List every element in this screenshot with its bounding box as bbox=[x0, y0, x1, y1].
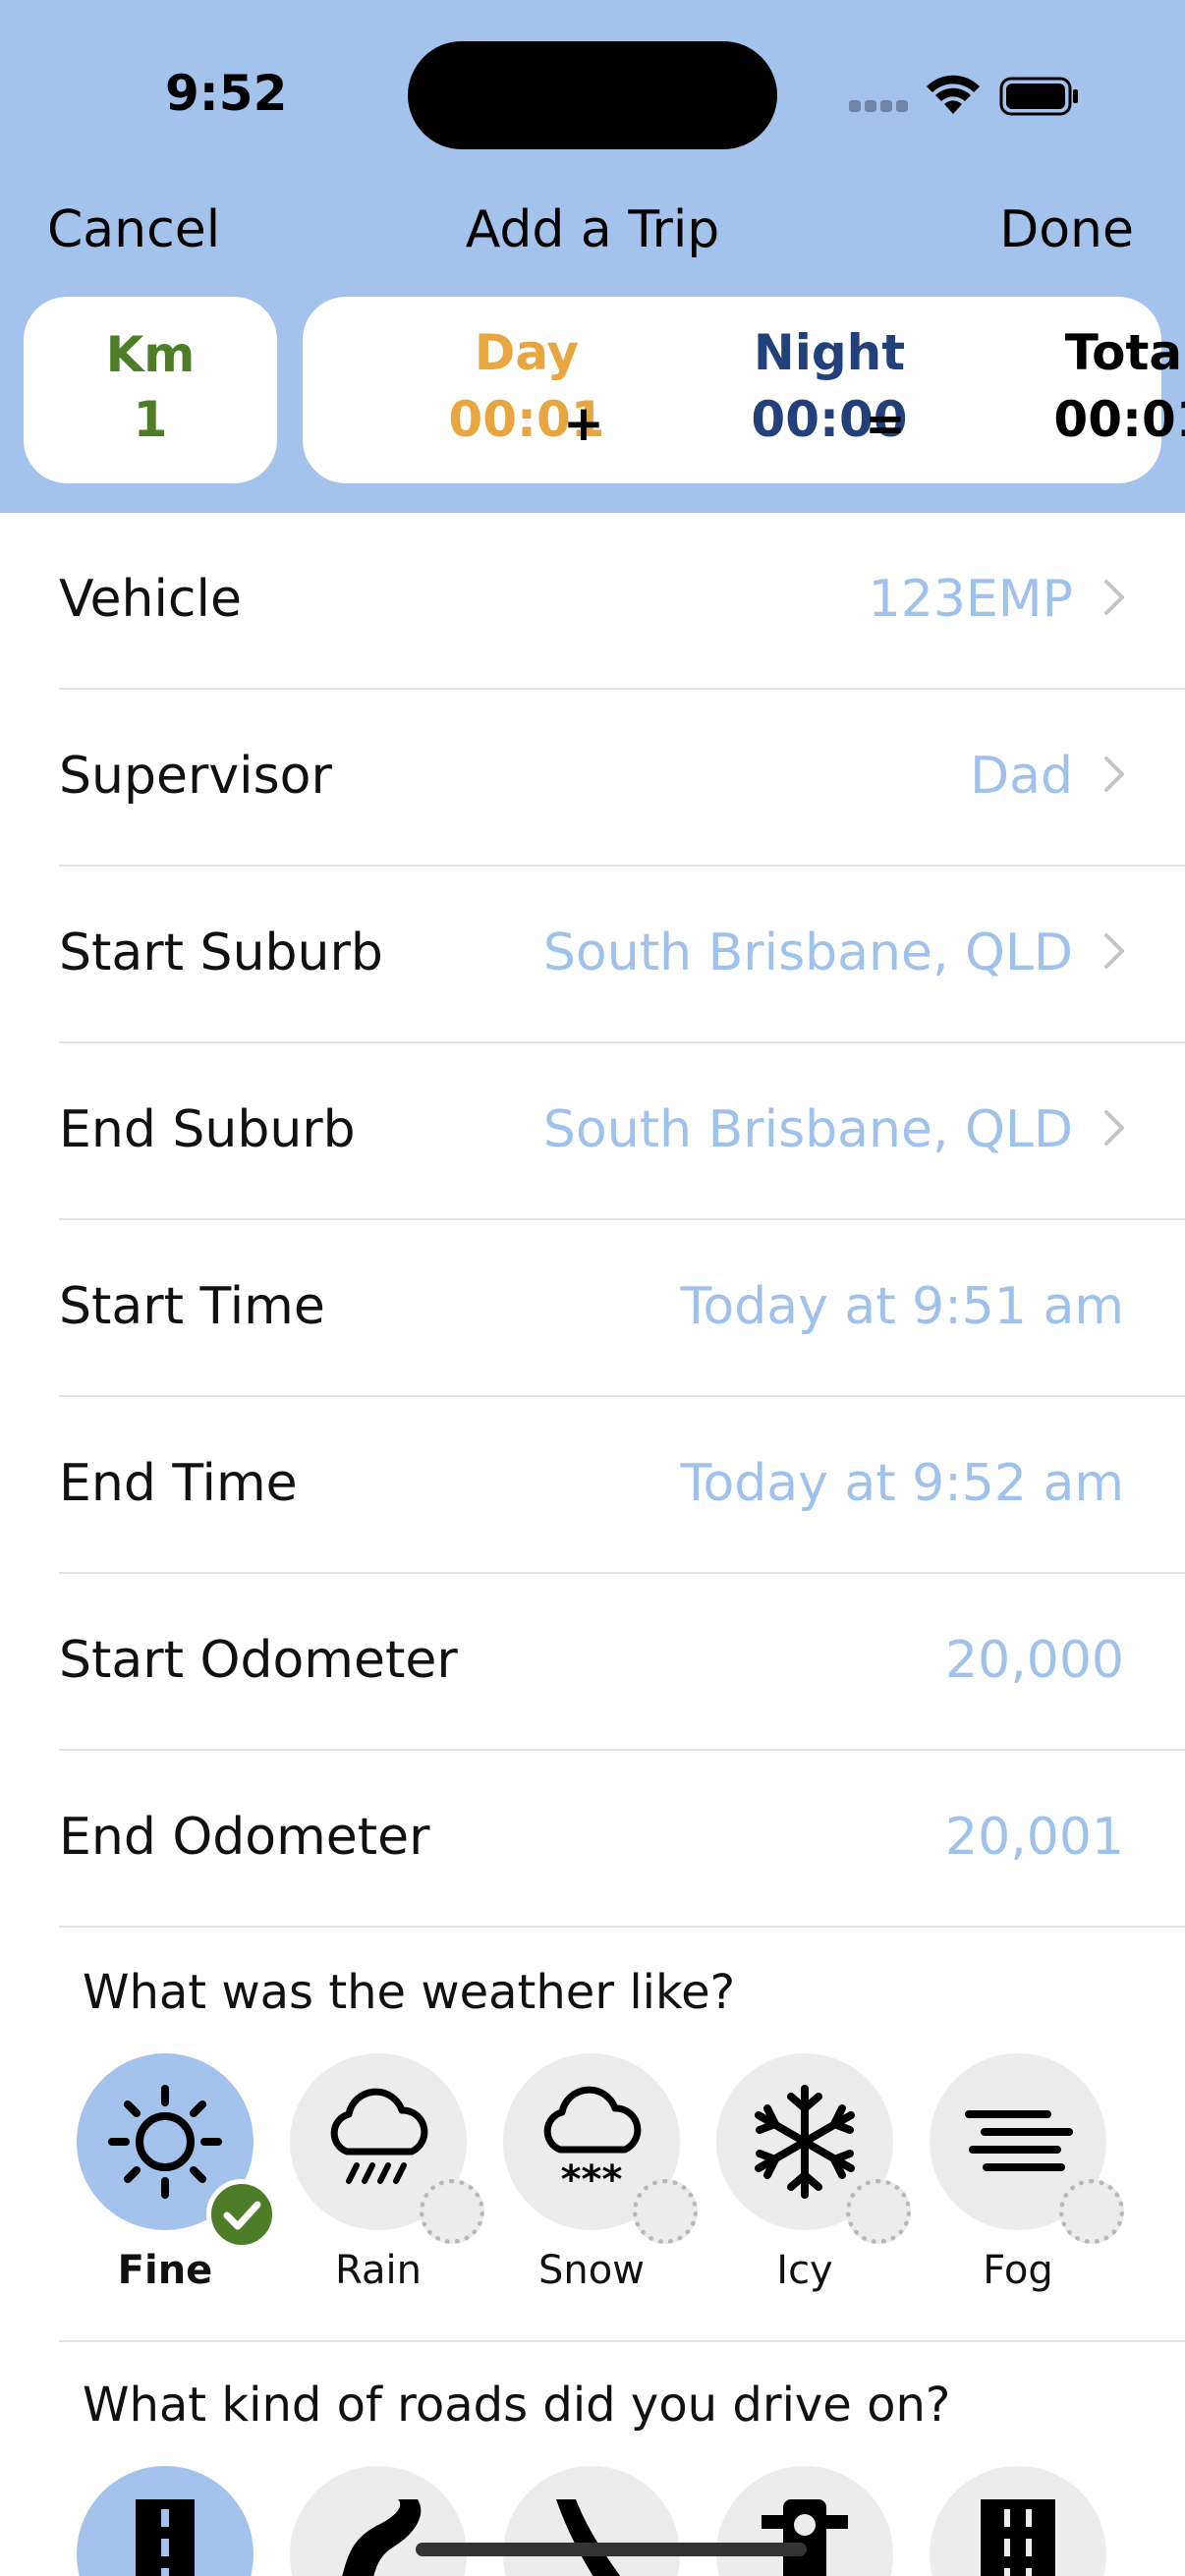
option-circle bbox=[503, 2466, 680, 2576]
road-option-3[interactable] bbox=[503, 2466, 680, 2576]
weather-option-rain[interactable]: Rain bbox=[290, 2053, 484, 2293]
road-option-5[interactable] bbox=[930, 2466, 1106, 2576]
row-label: End Suburb bbox=[59, 1100, 356, 1159]
wifi-icon bbox=[927, 75, 980, 114]
dynamic-island bbox=[408, 41, 777, 149]
day-label: Day bbox=[474, 324, 580, 381]
unselected-radio bbox=[420, 2179, 484, 2244]
row-value: 20,001 bbox=[945, 1808, 1124, 1867]
row-value: South Brisbane, QLD bbox=[542, 924, 1073, 982]
row-value: Dad bbox=[970, 747, 1073, 806]
row-label: Start Odometer bbox=[59, 1631, 458, 1690]
sun-icon bbox=[108, 2085, 222, 2199]
option-label: Rain bbox=[335, 2248, 422, 2293]
row-value: Today at 9:52 am bbox=[680, 1454, 1124, 1513]
highway-ramp-icon bbox=[556, 2499, 621, 2576]
option-circle bbox=[716, 2466, 893, 2576]
snowflake-icon bbox=[755, 2085, 855, 2199]
end-time-row[interactable]: End Time Today at 9:52 am bbox=[0, 1397, 1185, 1574]
done-button[interactable]: Done bbox=[999, 200, 1134, 259]
row-label: End Odometer bbox=[59, 1808, 430, 1867]
chevron-right-icon bbox=[1104, 933, 1124, 969]
weather-option-snow[interactable]: *** Snow bbox=[503, 2053, 698, 2293]
row-label: Vehicle bbox=[59, 570, 242, 629]
weather-option-icy[interactable]: Icy bbox=[716, 2053, 911, 2293]
start-time-row[interactable]: Start Time Today at 9:51 am bbox=[0, 1220, 1185, 1397]
time-summary-card: Day 00:01 + Night 00:00 = Total 00:01 bbox=[303, 297, 1185, 483]
option-circle bbox=[290, 2053, 484, 2244]
chevron-right-icon bbox=[1104, 756, 1124, 792]
fog-icon bbox=[965, 2110, 1073, 2171]
option-circle bbox=[716, 2053, 911, 2244]
weather-question: What was the weather like? bbox=[83, 1965, 736, 2020]
multi-lane-road-icon bbox=[981, 2499, 1055, 2576]
roads-question: What kind of roads did you drive on? bbox=[83, 2378, 951, 2433]
row-value: South Brisbane, QLD bbox=[542, 1100, 1073, 1159]
option-label: Snow bbox=[538, 2248, 645, 2293]
chevron-right-icon bbox=[1104, 580, 1124, 615]
trip-header: 9:52 Cancel Add a Trip Done Km 1 Day 00:… bbox=[0, 0, 1185, 513]
row-label: Start Time bbox=[59, 1277, 325, 1336]
row-value: 20,000 bbox=[945, 1631, 1124, 1690]
selected-check-badge bbox=[206, 2179, 277, 2250]
weather-option-fine[interactable]: Fine bbox=[77, 2053, 277, 2293]
row-label: Supervisor bbox=[59, 747, 332, 806]
cellular-signal-icon bbox=[849, 100, 908, 114]
start-suburb-row[interactable]: Start Suburb South Brisbane, QLD bbox=[0, 867, 1185, 1043]
end-suburb-row[interactable]: End Suburb South Brisbane, QLD bbox=[0, 1043, 1185, 1220]
unselected-radio bbox=[633, 2179, 698, 2244]
start-odometer-row[interactable]: Start Odometer 20,000 bbox=[0, 1574, 1185, 1751]
svg-text:***: *** bbox=[561, 2157, 623, 2201]
road-option-4[interactable] bbox=[716, 2466, 893, 2576]
total-label: Total bbox=[1064, 324, 1185, 381]
option-label: Icy bbox=[776, 2248, 833, 2293]
home-indicator[interactable] bbox=[416, 2543, 807, 2556]
trip-form-list: Vehicle 123EMP Supervisor Dad Start Subu… bbox=[0, 513, 1185, 1928]
weather-option-fog[interactable]: Fog bbox=[930, 2053, 1124, 2293]
unselected-radio bbox=[846, 2179, 911, 2244]
road-option-1[interactable] bbox=[77, 2466, 254, 2576]
option-circle bbox=[930, 2053, 1124, 2244]
option-circle bbox=[77, 2466, 254, 2576]
status-time: 9:52 bbox=[165, 65, 288, 122]
road-option-2[interactable] bbox=[290, 2466, 467, 2576]
row-label: End Time bbox=[59, 1454, 298, 1513]
checkmark-icon bbox=[223, 2201, 261, 2230]
row-value: 123EMP bbox=[868, 570, 1073, 629]
km-summary-card: Km 1 bbox=[24, 297, 277, 483]
total-time: Total 00:01 bbox=[1034, 324, 1185, 448]
chevron-right-icon bbox=[1104, 1110, 1124, 1146]
option-circle bbox=[290, 2466, 467, 2576]
plus-sign: + bbox=[563, 395, 604, 452]
km-label: Km bbox=[105, 326, 196, 383]
row-value: Today at 9:51 am bbox=[680, 1277, 1124, 1336]
row-divider bbox=[59, 1926, 1185, 1928]
rain-icon bbox=[330, 2088, 428, 2184]
row-label: Start Suburb bbox=[59, 924, 383, 982]
total-value: 00:01 bbox=[1053, 391, 1185, 448]
unselected-radio bbox=[1059, 2179, 1124, 2244]
winding-road-icon bbox=[342, 2499, 422, 2576]
traffic-light-icon bbox=[762, 2499, 848, 2576]
equals-sign: = bbox=[865, 395, 906, 452]
supervisor-row[interactable]: Supervisor Dad bbox=[0, 690, 1185, 867]
option-circle bbox=[77, 2053, 277, 2250]
night-label: Night bbox=[753, 324, 906, 381]
snow-icon: *** bbox=[543, 2086, 642, 2201]
option-label: Fog bbox=[983, 2248, 1053, 2293]
option-circle bbox=[930, 2466, 1106, 2576]
km-value: 1 bbox=[133, 391, 168, 448]
option-label: Fine bbox=[117, 2248, 213, 2293]
vehicle-row[interactable]: Vehicle 123EMP bbox=[0, 513, 1185, 690]
road-icon bbox=[136, 2499, 195, 2576]
option-circle: *** bbox=[503, 2053, 698, 2244]
section-divider bbox=[59, 2340, 1185, 2342]
battery-icon bbox=[999, 77, 1078, 116]
end-odometer-row[interactable]: End Odometer 20,001 bbox=[0, 1751, 1185, 1928]
